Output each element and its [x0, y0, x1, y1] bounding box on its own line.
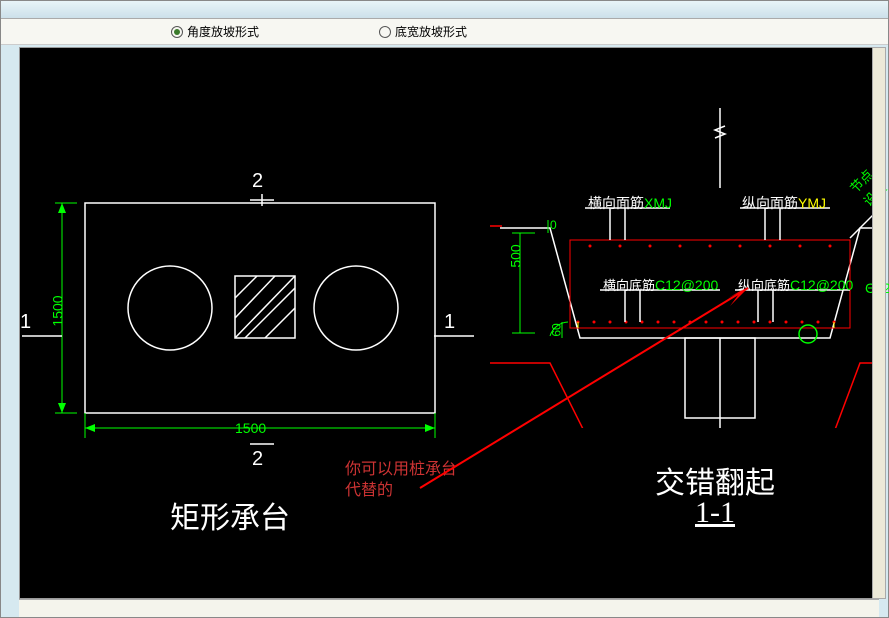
dim-width: 1500	[235, 420, 266, 436]
radio-slope-width[interactable]: 底宽放坡形式	[379, 23, 467, 40]
vertical-scrollbar[interactable]	[872, 47, 886, 599]
radio-label: 底宽放坡形式	[395, 23, 467, 40]
toolbar: 角度放坡形式 底宽放坡形式	[1, 19, 888, 45]
label-top-rebar-v: 纵向面筋YMJ	[742, 193, 826, 213]
radio-label: 角度放坡形式	[187, 23, 259, 40]
section-tick	[250, 438, 274, 456]
section-mark-2-top: 2	[252, 170, 263, 193]
note-line2: 代替的	[345, 482, 393, 499]
caption-section-sub: 1-1	[615, 496, 815, 530]
radio-dot	[379, 26, 391, 38]
status-bar	[19, 599, 879, 617]
title-bar	[1, 1, 888, 19]
caption-plan: 矩形承台	[140, 493, 320, 537]
label-top-rebar-h: 横向面筋XMJ	[588, 193, 672, 213]
dim-0: 0	[550, 218, 557, 232]
dim-500: 500	[508, 244, 524, 267]
radio-slope-angle[interactable]: 角度放坡形式	[171, 23, 259, 40]
cad-canvas[interactable]: 1500 1500 2 2 1 1 矩形承台 你可以用桩承台 代替的	[19, 47, 879, 599]
dim-height: 1500	[50, 295, 66, 326]
radio-dot-checked	[171, 26, 183, 38]
section-mark-1-left: 1	[20, 311, 31, 334]
section-tick	[22, 333, 62, 347]
section-tick	[250, 194, 274, 212]
